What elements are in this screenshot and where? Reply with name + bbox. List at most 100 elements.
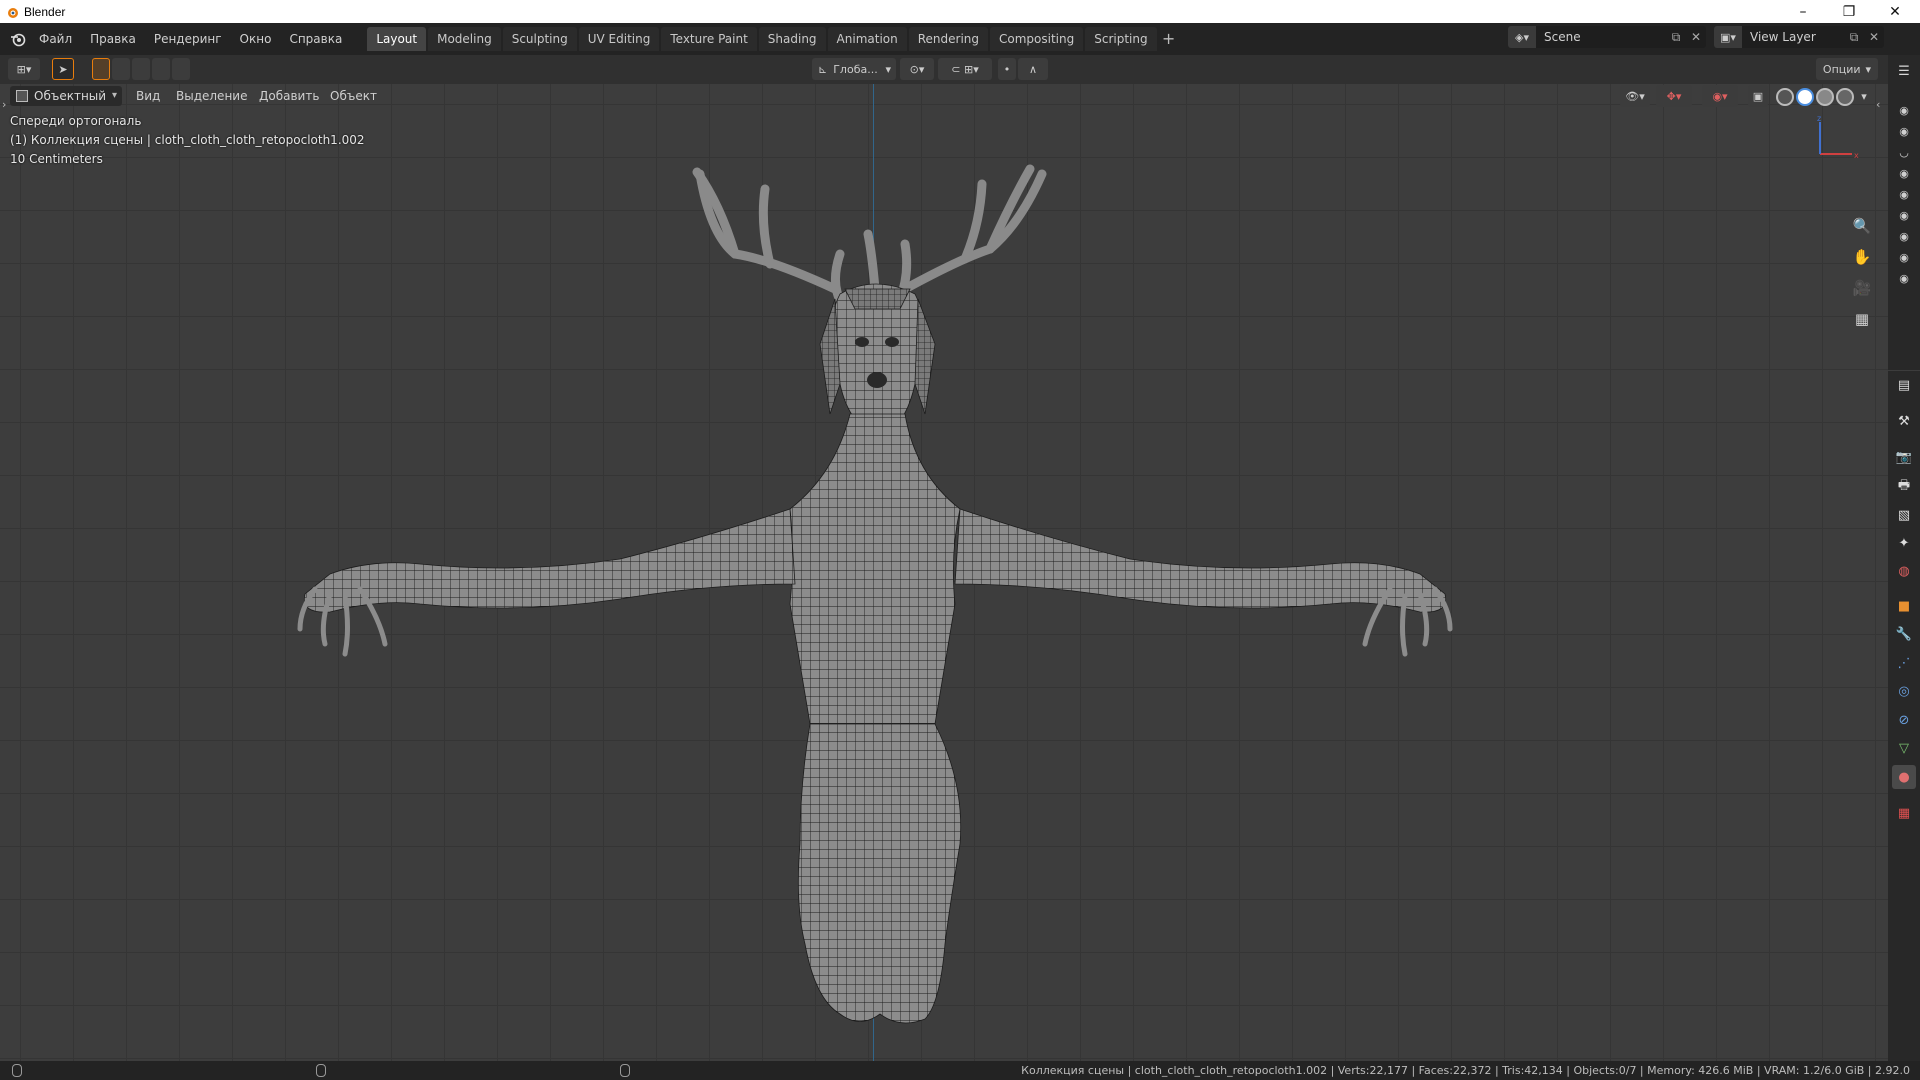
grid-icon[interactable]: ▦	[1849, 306, 1875, 332]
blender-logo-icon	[8, 7, 18, 18]
object-properties-icon[interactable]: ■	[1892, 594, 1916, 618]
select-mode-invert-icon[interactable]	[152, 58, 170, 80]
visibility-selectability-icon[interactable]: 👁▾	[1620, 85, 1650, 107]
menu-edit[interactable]: Правка	[81, 23, 145, 55]
falloff-icon[interactable]: ∧	[1018, 58, 1048, 80]
snapping-icon[interactable]: ⊂ ⊞▾	[938, 58, 992, 80]
select-tool-icon[interactable]: ➤	[52, 58, 74, 80]
visibility-eye-icon[interactable]: ◉	[1896, 210, 1912, 221]
menu-file[interactable]: Файл	[30, 23, 81, 55]
view-layer-selector[interactable]: ▣▾ View Layer ⧉ ✕	[1714, 26, 1884, 48]
physics-properties-icon[interactable]: ◎	[1892, 679, 1916, 703]
new-view-layer-icon[interactable]: ⧉	[1844, 30, 1864, 45]
tab-modeling[interactable]: Modeling	[428, 27, 501, 51]
tool-header: ⊞▾ ➤ ⊾ Глоба... ▾ ⊙▾ ⊂ ⊞▾ • ∧ Опции ▾	[0, 55, 1920, 84]
scene-properties-icon[interactable]: ✦	[1892, 531, 1916, 555]
visibility-eye-icon[interactable]: ◉	[1896, 168, 1912, 179]
delete-scene-icon[interactable]: ✕	[1686, 30, 1706, 44]
visibility-eye-icon[interactable]: ◉	[1896, 273, 1912, 284]
overlays-toggle-icon[interactable]: ◉▾	[1702, 85, 1738, 107]
tool-properties-icon[interactable]: ⚒	[1892, 409, 1916, 433]
sidebar-toggle-icon[interactable]: ‹	[1876, 98, 1880, 111]
material-properties-icon[interactable]: ●	[1892, 765, 1916, 789]
zoom-icon[interactable]: 🔍	[1849, 213, 1875, 239]
blender-menu-icon[interactable]	[6, 27, 30, 51]
view-name-text: Спереди ортогональ	[10, 114, 142, 128]
tab-scripting[interactable]: Scripting	[1085, 27, 1157, 51]
toolbar-toggle-icon[interactable]: ›	[2, 98, 6, 111]
properties-editor-icon[interactable]: ▤	[1892, 373, 1916, 397]
viewport-menu-view[interactable]: Вид	[136, 86, 160, 106]
view-layer-properties-icon[interactable]: ▧	[1892, 503, 1916, 527]
visibility-eye-icon[interactable]: ◉	[1896, 231, 1912, 242]
render-properties-icon[interactable]: 📷	[1892, 445, 1916, 469]
new-scene-icon[interactable]: ⧉	[1666, 30, 1686, 45]
solid-shading-icon[interactable]	[1796, 88, 1814, 106]
add-workspace-button[interactable]: +	[1159, 29, 1179, 49]
proportional-edit-icon[interactable]: •	[998, 58, 1016, 80]
navigation-gizmo[interactable]: x z	[1810, 114, 1870, 164]
tab-layout[interactable]: Layout	[367, 27, 427, 51]
viewport-menu-add[interactable]: Добавить	[259, 86, 319, 106]
window-titlebar: Blender – ❐ ✕	[0, 0, 1920, 23]
tab-texture-paint[interactable]: Texture Paint	[661, 27, 757, 51]
hand-pan-icon[interactable]: ✋	[1849, 244, 1875, 270]
body-mesh	[303, 283, 1447, 1024]
material-preview-shading-icon[interactable]	[1816, 88, 1834, 106]
shading-options-chevron-icon[interactable]: ▾	[1857, 85, 1871, 107]
output-properties-icon[interactable]: 🖶	[1892, 475, 1916, 499]
scene-selector[interactable]: ◈▾ Scene ⧉ ✕	[1508, 26, 1706, 48]
maximize-button[interactable]: ❐	[1826, 0, 1872, 23]
pivot-point-icon[interactable]: ⊙▾	[900, 58, 934, 80]
transform-orientation-dropdown[interactable]: ⊾ Глоба... ▾	[812, 58, 896, 80]
viewport-menu-select[interactable]: Выделение	[176, 86, 247, 106]
select-mode-extend-icon[interactable]	[112, 58, 130, 80]
visibility-eye-icon[interactable]: ◉	[1896, 252, 1912, 263]
interaction-mode-dropdown[interactable]: Объектный ▾	[10, 86, 122, 106]
menu-render[interactable]: Рендеринг	[145, 23, 231, 55]
texture-properties-icon[interactable]: ▦	[1892, 801, 1916, 825]
character-mesh[interactable]	[0, 84, 1888, 1061]
chevron-down-icon: ▾	[1865, 62, 1872, 76]
tab-sculpting[interactable]: Sculpting	[502, 27, 577, 51]
scene-name: Scene	[1544, 30, 1581, 44]
world-properties-icon[interactable]: ◍	[1892, 559, 1916, 583]
tab-animation[interactable]: Animation	[827, 27, 907, 51]
xray-toggle-icon[interactable]: ▣	[1748, 85, 1768, 107]
chevron-down-icon: ▾	[885, 62, 891, 76]
svg-text:z: z	[1817, 114, 1821, 123]
object-mode-icon	[16, 90, 28, 102]
select-mode-new-icon[interactable]	[92, 58, 110, 80]
active-collection-text: (1) Коллекция сцены | cloth_cloth_cloth_…	[10, 133, 365, 147]
visibility-eye-icon[interactable]: ◉	[1896, 189, 1912, 200]
menu-window[interactable]: Окно	[231, 23, 281, 55]
3d-viewport[interactable]: Объектный ▾ Вид Выделение Добавить Объек…	[0, 84, 1888, 1061]
options-dropdown[interactable]: Опции ▾	[1816, 58, 1878, 80]
minimize-button[interactable]: –	[1780, 0, 1826, 23]
select-mode-intersect-icon[interactable]	[172, 58, 190, 80]
camera-icon[interactable]: 🎥	[1849, 275, 1875, 301]
visibility-closed-eye-icon[interactable]: ◡	[1896, 147, 1912, 158]
outliner-editor-icon[interactable]: ☰	[1892, 59, 1916, 83]
tab-rendering[interactable]: Rendering	[908, 27, 989, 51]
tab-compositing[interactable]: Compositing	[990, 27, 1084, 51]
visibility-eye-icon[interactable]: ◉	[1896, 126, 1912, 137]
tab-uv-editing[interactable]: UV Editing	[578, 27, 660, 51]
viewport-menu-object[interactable]: Объект	[330, 86, 377, 106]
constraints-properties-icon[interactable]: ⊘	[1892, 708, 1916, 732]
data-properties-icon[interactable]: ▽	[1892, 736, 1916, 760]
wireframe-shading-icon[interactable]	[1776, 88, 1794, 106]
editor-type-icon[interactable]: ⊞▾	[8, 58, 40, 80]
close-button[interactable]: ✕	[1872, 0, 1918, 23]
grid-scale-text: 10 Centimeters	[10, 152, 103, 166]
particles-properties-icon[interactable]: ⋰	[1892, 651, 1916, 675]
delete-view-layer-icon[interactable]: ✕	[1864, 30, 1884, 44]
rendered-shading-icon[interactable]	[1836, 88, 1854, 106]
gizmo-toggle-icon[interactable]: ✥▾	[1656, 85, 1692, 107]
visibility-eye-icon[interactable]: ◉	[1896, 105, 1912, 116]
modifier-properties-icon[interactable]: 🔧	[1892, 622, 1916, 646]
select-mode-subtract-icon[interactable]	[132, 58, 150, 80]
orientation-label: Глоба...	[833, 62, 878, 76]
menu-help[interactable]: Справка	[280, 23, 351, 55]
tab-shading[interactable]: Shading	[758, 27, 826, 51]
